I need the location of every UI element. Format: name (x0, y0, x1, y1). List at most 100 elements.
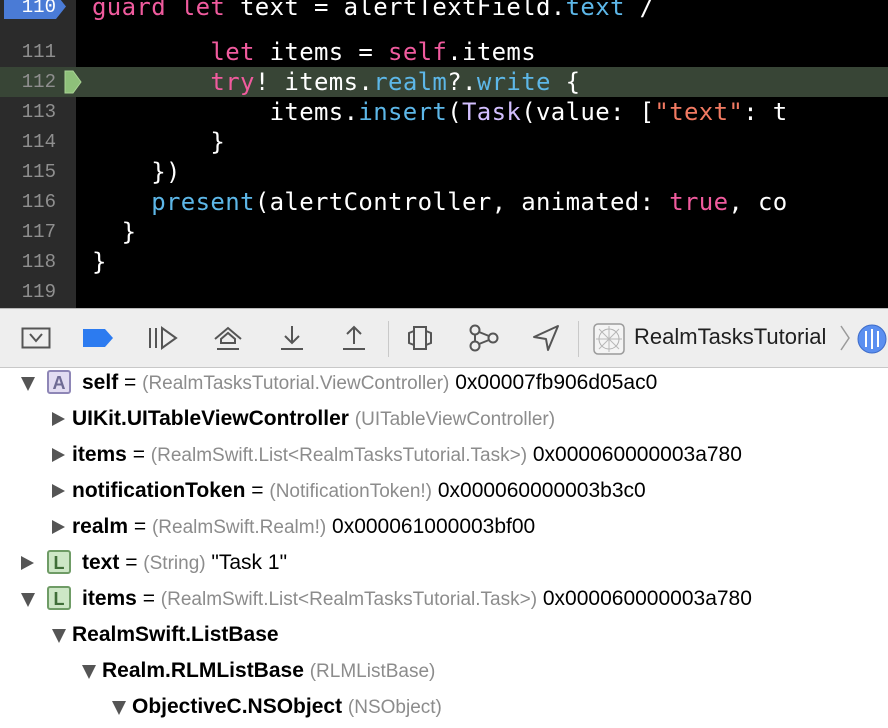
code-token: Task (462, 98, 522, 126)
app-target-crumb[interactable] (592, 322, 626, 356)
variable-name: self (82, 371, 119, 394)
variable-row[interactable]: Realm.RLMListBase (RLMListBase) (0, 654, 888, 688)
disclosure-expanded-icon[interactable] (82, 665, 96, 679)
variable-value: 0x00007fb906d05ac0 (449, 371, 658, 394)
variable-row[interactable]: UIKit.UITableViewController (UITableView… (0, 402, 888, 436)
code-token: self (388, 38, 448, 66)
variable-row[interactable]: realm = (RealmSwift.Realm!) 0x0000610000… (0, 510, 888, 544)
thread-icon[interactable] (856, 323, 888, 355)
code-token: "text" (654, 98, 744, 126)
code-text: } (92, 127, 225, 157)
variable-row[interactable]: RealmSwift.ListBase (0, 618, 888, 652)
variable-row[interactable]: notificationToken = (NotificationToken!)… (0, 474, 888, 508)
code-token: }) (92, 158, 181, 186)
code-text: try! items.realm?.write { (92, 67, 580, 97)
view-hierarchy-button[interactable] (402, 321, 438, 355)
line-number: 116 (21, 191, 56, 213)
code-token: ( (447, 98, 462, 126)
breakpoints-toggle-button[interactable] (80, 321, 116, 355)
disclosure-expanded-icon[interactable] (52, 629, 66, 643)
continue-button[interactable] (144, 321, 180, 355)
location-icon (533, 325, 559, 351)
code-token: : t (743, 98, 788, 126)
toolbar-separator (388, 321, 389, 357)
variable-type: (NotificationToken!) (269, 481, 432, 502)
code-token: .items (447, 38, 537, 66)
variable-type: (RLMListBase) (309, 661, 436, 682)
hide-debug-area-button[interactable] (18, 321, 54, 355)
simulate-location-button[interactable] (528, 321, 564, 355)
code-token: guard (92, 0, 181, 21)
variable-equals: = (119, 551, 144, 574)
disclosure-collapsed-icon[interactable] (52, 520, 65, 534)
variable-row[interactable]: Litems = (RealmSwift.List<RealmTasksTuto… (0, 582, 888, 616)
disclosure-collapsed-icon[interactable] (52, 484, 65, 498)
code-line[interactable]: 118} (0, 247, 888, 277)
variable-text: ObjectiveC.NSObject (NSObject) (132, 690, 442, 725)
variable-name: items (82, 587, 137, 610)
code-token: try (210, 68, 255, 96)
variable-name: UIKit.UITableViewController (72, 407, 349, 430)
disclosure-expanded-icon[interactable] (21, 593, 35, 607)
variable-row[interactable]: items = (RealmSwift.List<RealmTasksTutor… (0, 438, 888, 472)
variable-value: 0x000060000003a780 (527, 443, 742, 466)
memory-graph-button[interactable] (466, 321, 502, 355)
line-number: 114 (21, 131, 56, 153)
code-line[interactable]: 111 let items = self.items (0, 37, 888, 67)
code-line[interactable]: 112 try! items.realm?.write { (0, 67, 888, 97)
code-token: } (92, 248, 107, 276)
step-into-icon (281, 326, 303, 350)
code-line[interactable]: 116 present(alertController, animated: t… (0, 187, 888, 217)
breakpoints-toggle-icon (83, 329, 113, 347)
code-token: / (624, 0, 655, 21)
hide-debug-area-icon (21, 327, 51, 349)
variable-text: Realm.RLMListBase (RLMListBase) (102, 654, 435, 689)
line-number: 118 (21, 251, 56, 273)
step-out-button[interactable] (336, 321, 372, 355)
code-line[interactable]: 113 items.insert(Task(value: ["text": t (0, 97, 888, 127)
disclosure-expanded-icon[interactable] (112, 701, 126, 715)
variable-row[interactable]: ObjectiveC.NSObject (NSObject) (0, 690, 888, 724)
disclosure-collapsed-icon[interactable] (21, 556, 34, 570)
variable-type: (RealmTasksTutorial.ViewController) (142, 373, 450, 394)
variable-text: self = (RealmTasksTutorial.ViewControlle… (82, 369, 657, 401)
local-badge-icon: L (47, 550, 71, 574)
code-line[interactable]: 110 guard let text = alertTextField.text … (0, 0, 888, 22)
variable-name: notificationToken (72, 479, 246, 502)
variable-type: (String) (143, 553, 206, 574)
disclosure-collapsed-icon[interactable] (52, 448, 65, 462)
code-text: let items = self.items (92, 37, 536, 67)
step-over-button[interactable] (210, 321, 246, 355)
code-token: true (669, 188, 729, 216)
instruction-pointer-icon[interactable] (64, 70, 82, 94)
step-into-button[interactable] (274, 321, 310, 355)
code-line[interactable]: 115 }) (0, 157, 888, 187)
code-line[interactable]: 119 (0, 277, 888, 307)
disclosure-collapsed-icon[interactable] (52, 412, 65, 426)
code-token: } (92, 218, 137, 246)
code-line[interactable]: 117 } (0, 217, 888, 247)
variables-view[interactable]: Aself = (RealmTasksTutorial.ViewControll… (0, 369, 888, 728)
line-number: 113 (21, 101, 56, 123)
code-line[interactable]: 114 } (0, 127, 888, 157)
code-editor[interactable]: 110 guard let text = alertTextField.text … (0, 0, 888, 308)
variable-type: (RealmSwift.List<RealmTasksTutorial.Task… (150, 445, 528, 466)
target-name-label[interactable]: RealmTasksTutorial (634, 324, 826, 350)
code-token: , co (728, 188, 788, 216)
variable-row[interactable]: Aself = (RealmTasksTutorial.ViewControll… (0, 369, 888, 400)
variable-row[interactable]: Ltext = (String) "Task 1" (0, 546, 888, 580)
variable-type: (RealmSwift.Realm!) (151, 517, 327, 538)
line-number: 117 (21, 221, 56, 243)
toolbar-separator (578, 321, 579, 357)
variable-value: 0x000060000003b3c0 (432, 479, 646, 502)
step-out-icon (343, 325, 365, 350)
disclosure-expanded-icon[interactable] (21, 377, 35, 391)
code-text: guard let text = alertTextField.text / (92, 0, 654, 22)
variable-equals: = (245, 479, 270, 502)
variable-text: items = (RealmSwift.List<RealmTasksTutor… (72, 438, 742, 473)
variable-equals: = (128, 515, 152, 538)
view-hierarchy-icon (408, 326, 432, 350)
